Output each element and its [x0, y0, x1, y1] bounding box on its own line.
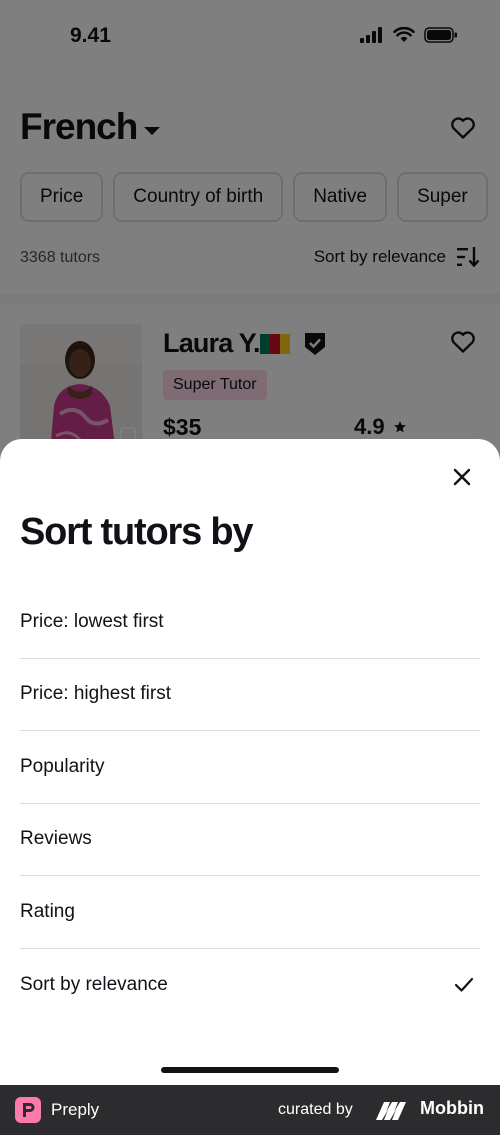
curated-by-text: curated by [278, 1101, 353, 1118]
close-button[interactable] [446, 461, 478, 493]
sort-option-label: Reviews [20, 828, 92, 850]
mobbin-logo-icon [376, 1102, 406, 1120]
sort-option-relevance[interactable]: Sort by relevance [20, 949, 480, 1022]
app-name: Preply [51, 1100, 100, 1119]
sort-option-label: Price: highest first [20, 683, 171, 705]
sort-bottom-sheet: Sort tutors by Price: lowest first Price… [0, 439, 500, 1085]
preply-logo-icon [15, 1097, 41, 1123]
home-indicator [161, 1067, 339, 1073]
sort-option-label: Price: lowest first [20, 610, 164, 632]
sort-option-label: Sort by relevance [20, 973, 168, 995]
brand-name: Mobbin [420, 1098, 484, 1118]
sort-option-price-lowest[interactable]: Price: lowest first [20, 586, 480, 659]
sort-option-popularity[interactable]: Popularity [20, 731, 480, 804]
sort-option-rating[interactable]: Rating [20, 876, 480, 949]
check-icon [454, 977, 474, 992]
close-icon [453, 468, 471, 486]
sort-option-label: Rating [20, 900, 75, 922]
sort-option-reviews[interactable]: Reviews [20, 804, 480, 876]
sort-options-list: Price: lowest first Price: highest first… [20, 586, 480, 1021]
sort-option-price-highest[interactable]: Price: highest first [20, 659, 480, 731]
footer-bar: Preply curated by Mobbin [0, 1085, 500, 1135]
sheet-title: Sort tutors by [20, 511, 254, 553]
sort-option-label: Popularity [20, 755, 105, 777]
